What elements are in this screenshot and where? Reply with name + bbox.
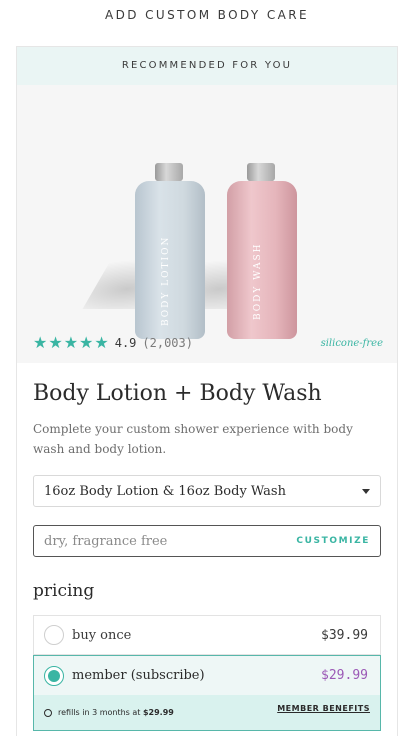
member-benefits-link[interactable]: MEMBER BENEFITS bbox=[277, 704, 370, 713]
bottle-stage: BODY LOTION BODY WASH bbox=[17, 129, 399, 349]
customize-field: CUSTOMIZE bbox=[33, 525, 381, 557]
product-card: RECOMMENDED FOR YOU BODY LOTION BODY WAS… bbox=[16, 46, 398, 736]
product-description: Complete your custom shower experience w… bbox=[33, 422, 353, 456]
option-label: member (subscribe) bbox=[72, 668, 205, 683]
option-price: $39.99 bbox=[321, 627, 368, 643]
star-icon: ★ bbox=[63, 333, 79, 352]
bottle-body: BODY WASH bbox=[227, 181, 297, 339]
refill-icon bbox=[44, 708, 52, 717]
radio-button[interactable] bbox=[44, 625, 64, 645]
option-price: $29.99 bbox=[321, 668, 368, 683]
bottle-cap bbox=[247, 163, 275, 181]
preferences-input[interactable] bbox=[44, 533, 297, 549]
chevron-down-icon bbox=[362, 489, 370, 494]
member-refill-note: refills in 3 months at $29.99 MEMBER BEN… bbox=[33, 695, 381, 731]
customize-button[interactable]: CUSTOMIZE bbox=[296, 536, 370, 546]
star-icon: ★ bbox=[48, 333, 63, 352]
recommended-banner: RECOMMENDED FOR YOU bbox=[17, 47, 397, 85]
bottle-body: BODY LOTION bbox=[135, 181, 205, 339]
rating-stars: ★ ★ ★ ★ ★ bbox=[33, 335, 109, 351]
star-icon: ★ bbox=[79, 333, 94, 352]
refill-text: refills in 3 months at $29.99 bbox=[58, 708, 174, 717]
recommended-label: RECOMMENDED FOR YOU bbox=[121, 60, 293, 71]
rating-value: 4.9 bbox=[114, 336, 137, 350]
product-title: Body Lotion + Body Wash bbox=[33, 381, 322, 406]
product-image: BODY LOTION BODY WASH ★ ★ ★ ★ ★ 4.9 (2,0… bbox=[17, 85, 397, 363]
pricing-heading: pricing bbox=[33, 581, 95, 601]
bottle-label: BODY LOTION bbox=[161, 235, 171, 327]
rating-row: ★ ★ ★ ★ ★ 4.9 (2,003) silicone-free bbox=[33, 333, 383, 353]
radio-button[interactable] bbox=[44, 665, 64, 686]
page-title: ADD CUSTOM BODY CARE bbox=[105, 8, 309, 22]
size-select[interactable]: 16oz Body Lotion & 16oz Body Wash bbox=[33, 475, 381, 507]
bottle-label: BODY WASH bbox=[253, 242, 263, 320]
buy-once-option[interactable]: buy once $39.99 bbox=[33, 615, 381, 655]
radio-selected-dot bbox=[48, 669, 60, 682]
review-count[interactable]: (2,003) bbox=[142, 336, 193, 350]
star-icon: ★ bbox=[33, 333, 48, 352]
star-icon: ★ bbox=[94, 333, 109, 352]
option-label: buy once bbox=[72, 627, 132, 643]
product-details: Body Lotion + Body Wash Complete your cu… bbox=[17, 363, 397, 731]
member-subscribe-option[interactable]: member (subscribe) $29.99 bbox=[33, 655, 381, 695]
refill-prefix: refills in 3 months at bbox=[58, 708, 143, 717]
silicone-free-tag: silicone-free bbox=[320, 337, 383, 349]
size-select-value: 16oz Body Lotion & 16oz Body Wash bbox=[44, 483, 286, 499]
bottle-cap bbox=[155, 163, 183, 181]
page-header: ADD CUSTOM BODY CARE bbox=[0, 0, 414, 32]
refill-price: $29.99 bbox=[142, 708, 174, 717]
pricing-options: buy once $39.99 member (subscribe) $29.9… bbox=[33, 615, 381, 731]
